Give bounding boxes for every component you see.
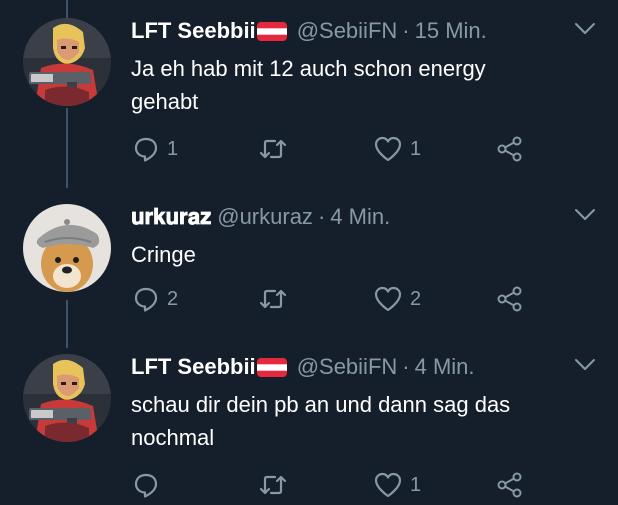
- tweet-text-line: Ja eh hab mit 12 auch schon energy: [131, 56, 486, 81]
- avatar[interactable]: [23, 204, 111, 292]
- tweet[interactable]: LFT Seebbii @SebiiFN · 4 Min. schau dir …: [0, 352, 618, 502]
- heart-icon: [374, 136, 402, 162]
- share-icon: [497, 472, 523, 498]
- like-button[interactable]: 2: [374, 284, 421, 314]
- reply-icon: [133, 286, 159, 312]
- tweet-text-line: Cringe: [131, 242, 196, 267]
- reply-button[interactable]: [133, 470, 167, 500]
- display-name[interactable]: LFT Seebbii: [131, 18, 256, 44]
- tweet-text: Cringe: [131, 238, 601, 271]
- tweet[interactable]: LFT Seebbii @SebiiFN · 15 Min. Ja eh hab…: [0, 16, 618, 166]
- heart-icon: [374, 286, 402, 312]
- share-button[interactable]: [497, 284, 523, 314]
- like-button[interactable]: 1: [374, 470, 421, 500]
- like-count: 1: [410, 473, 422, 496]
- separator: ·: [317, 204, 326, 229]
- retweet-button[interactable]: [258, 134, 288, 164]
- retweet-icon: [258, 137, 288, 161]
- timestamp[interactable]: 4 Min.: [330, 204, 390, 230]
- user-handle[interactable]: @urkuraz: [217, 204, 313, 230]
- retweet-button[interactable]: [258, 470, 288, 500]
- user-handle[interactable]: @SebiiFN: [297, 354, 398, 380]
- like-button[interactable]: 1: [374, 134, 421, 164]
- tweet-header: LFT Seebbii @SebiiFN · 4 Min.: [131, 352, 475, 382]
- tweet-text: schau dir dein pb an und dann sag das no…: [131, 388, 601, 454]
- reply-count: 2: [167, 287, 179, 310]
- austria-flag-icon: [256, 21, 287, 41]
- tweet-header: LFT Seebbii @SebiiFN · 15 Min.: [131, 16, 487, 46]
- avatar[interactable]: [23, 354, 111, 442]
- separator: ·: [402, 18, 410, 43]
- like-count: 2: [410, 287, 422, 310]
- reply-button[interactable]: 1: [133, 134, 178, 164]
- austria-flag-icon: [256, 357, 287, 377]
- reply-icon: [133, 472, 159, 498]
- display-name[interactable]: LFT Seebbii: [131, 354, 256, 380]
- chevron-down-icon[interactable]: [574, 208, 596, 222]
- tweet[interactable]: 𝐮𝐫𝐤𝐮𝐫𝐚𝐳 @urkuraz · 4 Min. Cringe 2 2: [0, 202, 618, 322]
- separator: ·: [402, 354, 410, 379]
- tweet-text-line: schau dir dein pb an und dann sag das: [131, 392, 511, 417]
- timestamp[interactable]: 15 Min.: [415, 18, 487, 44]
- display-name[interactable]: 𝐮𝐫𝐤𝐮𝐫𝐚𝐳: [131, 204, 211, 230]
- retweet-icon: [258, 473, 288, 497]
- tweet-header: 𝐮𝐫𝐤𝐮𝐫𝐚𝐳 @urkuraz · 4 Min.: [131, 202, 390, 232]
- tweet-text-line: nochmal: [131, 425, 215, 450]
- share-button[interactable]: [497, 134, 523, 164]
- reply-icon: [133, 136, 159, 162]
- avatar[interactable]: [23, 18, 111, 106]
- tweet-text-line: gehabt: [131, 89, 199, 114]
- retweet-button[interactable]: [258, 284, 288, 314]
- chevron-down-icon[interactable]: [574, 358, 596, 372]
- share-icon: [497, 136, 523, 162]
- heart-icon: [374, 472, 402, 498]
- share-icon: [497, 286, 523, 312]
- retweet-icon: [258, 287, 288, 311]
- share-button[interactable]: [497, 470, 523, 500]
- reply-button[interactable]: 2: [133, 284, 178, 314]
- reply-count: 1: [167, 137, 179, 160]
- like-count: 1: [410, 137, 422, 160]
- chevron-down-icon[interactable]: [574, 22, 596, 36]
- user-handle[interactable]: @SebiiFN: [297, 18, 398, 44]
- timestamp[interactable]: 4 Min.: [415, 354, 475, 380]
- tweet-text: Ja eh hab mit 12 auch schon energy gehab…: [131, 52, 601, 118]
